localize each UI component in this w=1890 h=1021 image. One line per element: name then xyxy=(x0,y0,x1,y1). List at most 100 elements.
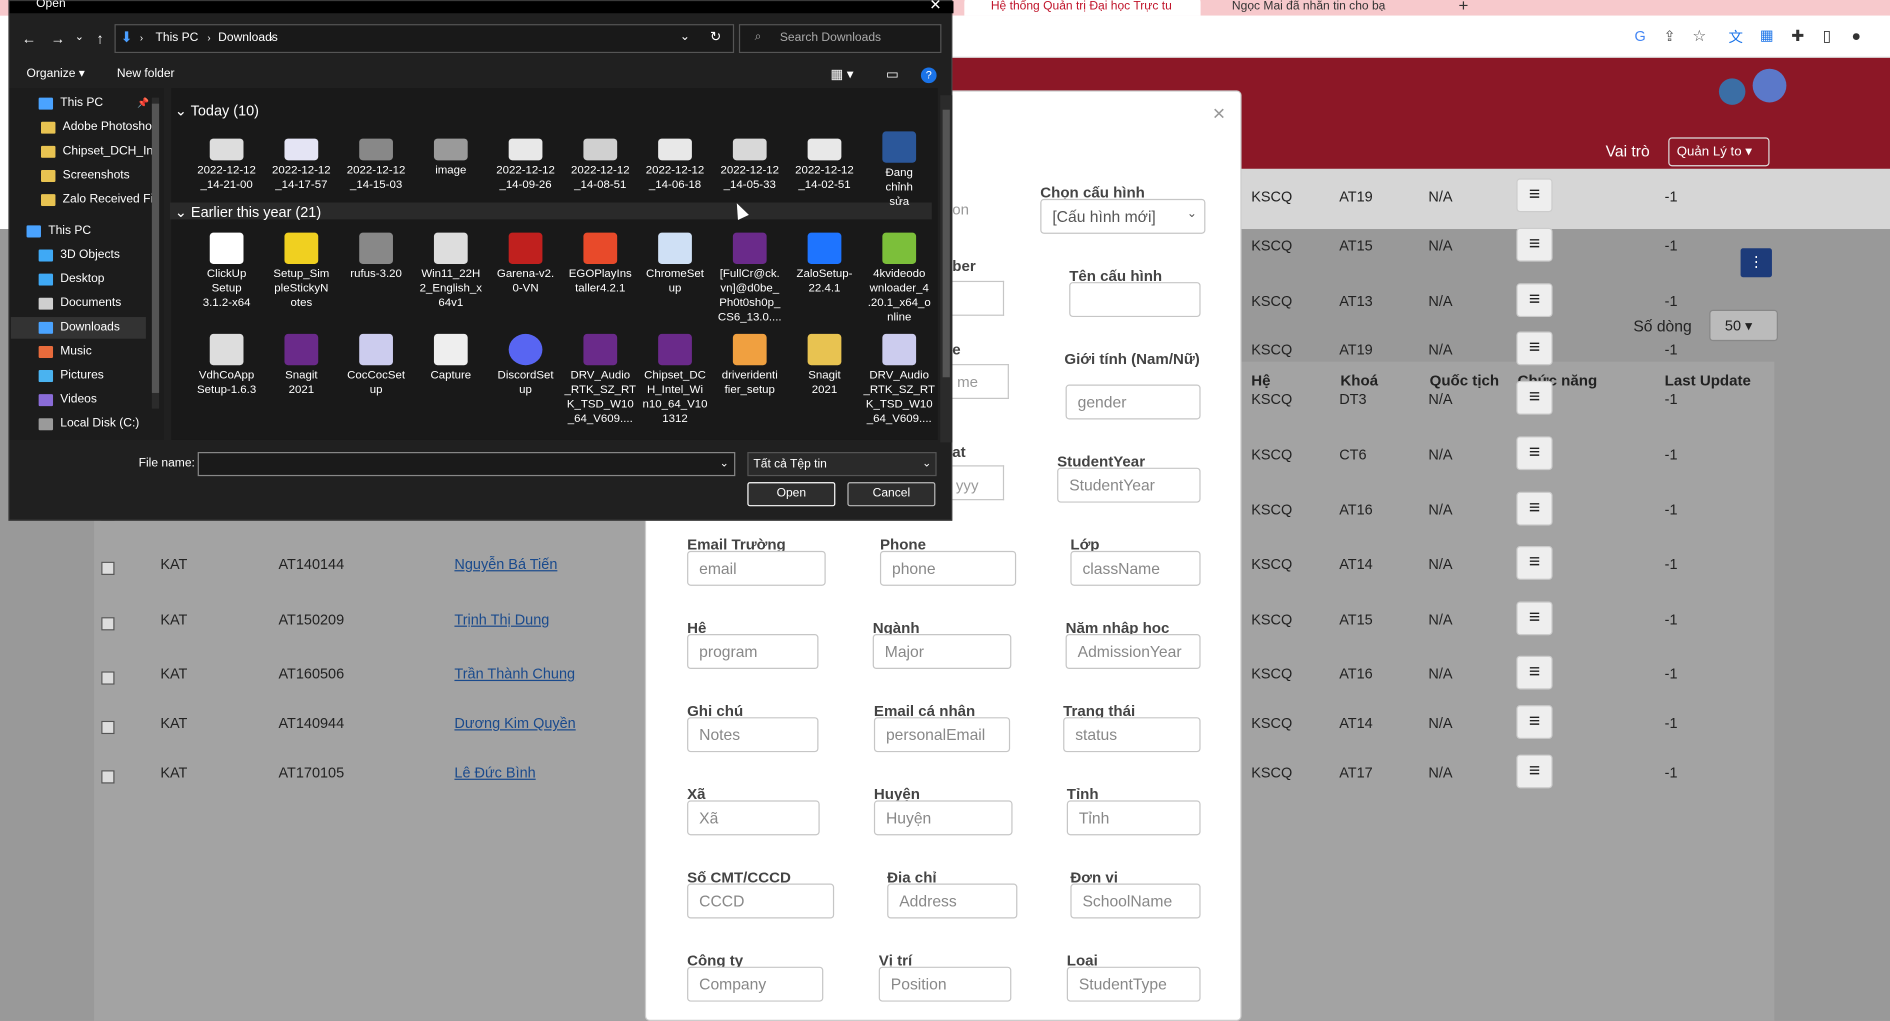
browser-tab-active[interactable]: Hệ thống Quản trị Đại học Trực tu xyxy=(964,0,1201,16)
new-tab-button[interactable]: + xyxy=(1459,0,1469,14)
nav-item-adobe-photosho[interactable]: Adobe Photosho xyxy=(40,121,152,134)
file-type-select[interactable]: Tất cả Tệp tin ⌄ xyxy=(747,452,937,477)
col-header-program[interactable]: Hệ xyxy=(1251,372,1270,389)
field-input-lop[interactable]: className xyxy=(1070,550,1201,586)
nav-item-this-pc[interactable]: This PC xyxy=(26,224,152,238)
file-item[interactable]: Chipset_DC H_Intel_Wi n10_64_V10 1312 xyxy=(639,333,711,427)
extensions-grid-icon[interactable]: ▦ xyxy=(1760,27,1774,44)
row-actions-menu-button[interactable]: ≡ xyxy=(1516,436,1553,471)
field-input-phone[interactable]: phone xyxy=(879,550,1017,586)
file-item[interactable]: Win11_22H 2_English_x 64v1 xyxy=(415,232,487,311)
file-item[interactable]: ClickUp Setup 3.1.2-x64 xyxy=(190,232,262,311)
row-student-name[interactable]: Trịnh Thị Dung xyxy=(454,611,549,628)
google-icon[interactable]: G xyxy=(1635,28,1646,45)
partial-input[interactable] xyxy=(952,364,1009,399)
field-input-trang-thai[interactable]: status xyxy=(1063,717,1201,753)
row-student-name[interactable]: Trần Thành Chung xyxy=(454,665,575,682)
nav-item-pictures[interactable]: Pictures xyxy=(38,369,152,383)
path-this-pc[interactable]: This PC xyxy=(155,31,198,44)
nav-item-screenshots[interactable]: Screenshots xyxy=(40,169,152,183)
file-item[interactable]: Snagit 2021 xyxy=(788,333,860,398)
file-item[interactable]: 2022-12-12 _14-15-03 xyxy=(340,131,412,192)
forward-arrow-icon[interactable]: → xyxy=(51,30,65,47)
row-actions-menu-button[interactable]: ≡ xyxy=(1516,655,1553,690)
file-name-dropdown-icon[interactable]: ⌄ xyxy=(720,457,729,470)
field-input-studentyear[interactable]: StudentYear xyxy=(1057,467,1201,503)
group-earlier-header[interactable]: ⌄ Earlier this year (21) xyxy=(175,204,321,221)
file-item[interactable]: 2022-12-12 _14-17-57 xyxy=(265,131,337,192)
help-icon[interactable]: ? xyxy=(920,67,937,84)
address-bar[interactable]: G ⇪ ☆ 文 ▦ ✚ ▯ ● xyxy=(952,15,1890,58)
translate-icon[interactable]: 文 xyxy=(1729,27,1743,47)
file-list-scrollbar[interactable] xyxy=(940,95,953,443)
file-item[interactable]: 2022-12-12 _14-02-51 xyxy=(788,131,860,192)
nav-item-3d-objects[interactable]: 3D Objects xyxy=(38,248,152,262)
nav-item-documents[interactable]: Documents xyxy=(38,297,152,310)
preview-pane-icon[interactable]: ▭ xyxy=(886,66,899,82)
field-input-on-vi[interactable]: SchoolName xyxy=(1070,883,1201,919)
row-checkbox[interactable] xyxy=(101,617,115,631)
rows-per-page-select[interactable]: 50 ▾ xyxy=(1709,309,1778,342)
modal-close-button[interactable]: × xyxy=(1213,101,1226,126)
profile-icon[interactable]: ● xyxy=(1851,27,1860,45)
cancel-button[interactable]: Cancel xyxy=(847,482,936,507)
col-header-nationality[interactable]: Quốc tịch xyxy=(1430,372,1499,389)
organize-menu[interactable]: Organize ▾ xyxy=(27,68,85,81)
recent-chevron-icon[interactable]: ⌄ xyxy=(75,30,84,43)
file-name-input[interactable]: ⌄ xyxy=(197,452,736,477)
back-arrow-icon[interactable]: ← xyxy=(22,30,36,47)
user-avatar[interactable] xyxy=(1752,68,1787,103)
partial-input[interactable] xyxy=(952,280,1005,316)
path-dropdown-icon[interactable]: ⌄ xyxy=(680,30,690,43)
sidebar-icon[interactable]: ▯ xyxy=(1823,27,1832,46)
row-student-name[interactable]: Nguyễn Bá Tiến xyxy=(454,556,557,573)
col-header-course[interactable]: Khoá xyxy=(1340,372,1378,389)
file-item[interactable]: rufus-3.20 xyxy=(340,232,412,282)
more-actions-button[interactable]: ⋮ xyxy=(1740,248,1772,278)
row-actions-menu-button[interactable]: ≡ xyxy=(1516,331,1553,366)
file-item[interactable]: Snagit 2021 xyxy=(265,333,337,398)
nav-item-downloads[interactable]: Downloads xyxy=(38,321,152,334)
field-input-ia-chi[interactable]: Address xyxy=(887,883,1018,919)
field-input-email-ca-nhan[interactable]: personalEmail xyxy=(873,717,1011,753)
row-checkbox[interactable] xyxy=(101,720,115,735)
field-input-ten-cau-hinh[interactable] xyxy=(1069,282,1201,318)
field-input-so-cmt-cccd[interactable]: CCCD xyxy=(687,883,835,919)
nav-scrollbar[interactable] xyxy=(151,97,160,409)
row-actions-menu-button[interactable]: ≡ xyxy=(1516,227,1553,262)
nav-item-chipset-dch-in[interactable]: Chipset_DCH_In xyxy=(40,145,152,158)
browser-tab[interactable]: Ngọc Mai đã nhắn tin cho bạ xyxy=(1205,0,1440,16)
share-icon[interactable]: ⇪ xyxy=(1663,28,1675,45)
new-folder-button[interactable]: New folder xyxy=(117,68,175,81)
up-arrow-icon[interactable]: ↑ xyxy=(96,30,103,47)
search-downloads-input[interactable]: ⌕ Search Downloads xyxy=(738,24,942,54)
file-item[interactable]: 2022-12-12 _14-09-26 xyxy=(489,131,561,192)
file-item[interactable]: image xyxy=(415,131,487,178)
file-item[interactable]: DRV_Audio _RTK_SZ_RT K_TSD_W10 _64_V609.... xyxy=(863,333,935,427)
refresh-icon[interactable]: ↻ xyxy=(710,29,721,44)
field-input-gioi-tinh-nam-nu[interactable]: gender xyxy=(1065,384,1201,420)
file-item[interactable]: DRV_Audio _RTK_SZ_RT K_TSD_W10 _64_V609.... xyxy=(564,333,636,427)
file-item[interactable]: ZaloSetup- 22.4.1 xyxy=(788,232,860,297)
file-item[interactable]: 2022-12-12 _14-06-18 xyxy=(639,131,711,192)
field-input-he[interactable]: program xyxy=(687,634,819,669)
field-input-chon-cau-hinh[interactable]: [Cấu hình mới] ⌄ xyxy=(1040,198,1206,234)
row-actions-menu-button[interactable]: ≡ xyxy=(1516,380,1553,415)
file-item[interactable]: Đang chỉnh sửa xyxy=(863,131,935,209)
partial-input[interactable] xyxy=(952,465,1005,501)
bookmark-star-icon[interactable]: ☆ xyxy=(1692,27,1706,46)
path-downloads[interactable]: Downloads xyxy=(218,31,278,44)
row-actions-menu-button[interactable]: ≡ xyxy=(1516,491,1553,526)
settings-gear-icon[interactable] xyxy=(1718,78,1746,105)
open-button[interactable]: Open xyxy=(747,482,836,507)
file-item[interactable]: DiscordSet up xyxy=(489,333,561,398)
file-item[interactable]: 2022-12-12 _14-05-33 xyxy=(714,131,786,192)
file-item[interactable]: ChromeSet up xyxy=(639,232,711,297)
nav-item-this-pc[interactable]: This PC xyxy=(38,96,152,110)
field-input-tinh[interactable]: Tỉnh xyxy=(1066,800,1201,836)
file-item[interactable]: 2022-12-12 _14-08-51 xyxy=(564,131,636,192)
file-item[interactable]: CocCocSet up xyxy=(340,333,412,398)
row-checkbox[interactable] xyxy=(101,671,115,685)
file-item[interactable]: Capture xyxy=(415,333,487,383)
row-student-name[interactable]: Lê Đức Bình xyxy=(454,764,535,781)
